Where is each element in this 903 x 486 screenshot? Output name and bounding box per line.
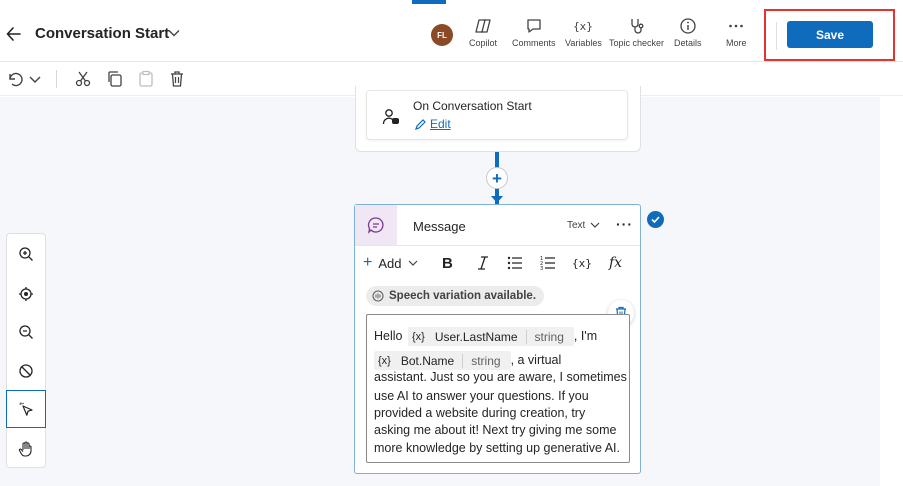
edit-link[interactable]: Edit xyxy=(414,117,451,131)
text-segment: , I'm xyxy=(573,328,598,343)
toolbar-separator xyxy=(56,70,57,88)
comments-button[interactable]: Comments xyxy=(512,17,556,48)
target-icon xyxy=(19,287,33,301)
message-header-divider xyxy=(355,245,640,246)
variable-type: string xyxy=(471,353,501,368)
select-tool-button[interactable] xyxy=(6,390,46,428)
zoom-in-icon xyxy=(19,247,33,261)
speech-variation-badge[interactable]: Speech variation available. xyxy=(366,286,545,306)
message-title: Message xyxy=(413,219,466,234)
stethoscope-icon xyxy=(630,19,643,34)
pointer-select-icon xyxy=(19,402,33,416)
comment-icon xyxy=(527,19,541,33)
message-line-7: more knowledge by setting up generative … xyxy=(374,441,620,455)
add-label: Add xyxy=(378,255,402,271)
bold-icon[interactable]: B xyxy=(442,254,453,272)
plus-icon: + xyxy=(363,254,373,271)
message-type-dropdown[interactable]: Text xyxy=(567,219,601,231)
copilot-button[interactable]: Copilot xyxy=(469,17,497,48)
topic-title[interactable]: Conversation Start xyxy=(35,25,169,42)
recenter-button[interactable] xyxy=(6,275,46,313)
edit-label: Edit xyxy=(430,117,451,131)
avatar[interactable]: FL xyxy=(431,24,453,46)
chevron-down-icon xyxy=(409,260,418,266)
checkmark-icon xyxy=(647,211,664,228)
hand-icon xyxy=(18,441,32,457)
chevron-down-icon xyxy=(590,222,600,228)
more-button[interactable]: More xyxy=(726,17,747,48)
person-chat-icon xyxy=(382,109,399,125)
bullet-list-icon[interactable] xyxy=(507,254,523,272)
paste-icon xyxy=(139,70,153,87)
trigger-title: On Conversation Start xyxy=(413,99,532,113)
copilot-label: Copilot xyxy=(469,38,498,48)
text-segment: Hello xyxy=(374,328,403,343)
active-indicator xyxy=(412,0,446,4)
message-line-1: Hello {x} User.LastName string , I'm xyxy=(374,327,597,346)
chevron-down-icon[interactable] xyxy=(167,26,181,40)
message-type-label: Text xyxy=(567,219,586,231)
message-node-icon-area xyxy=(355,205,397,245)
zoom-out-button[interactable] xyxy=(6,313,46,351)
add-node-button[interactable]: + xyxy=(486,167,508,189)
svg-text:3: 3 xyxy=(540,266,543,271)
text-segment: , a virtual xyxy=(510,352,562,367)
more-label: More xyxy=(726,38,747,48)
zoom-in-button[interactable] xyxy=(6,235,46,273)
variables-icon: {x} xyxy=(574,20,592,33)
message-icon xyxy=(367,217,384,234)
variable-icon: {x} xyxy=(378,354,391,367)
undo-icon[interactable] xyxy=(6,70,24,88)
comments-label: Comments xyxy=(512,38,556,48)
cut-icon[interactable] xyxy=(74,70,92,88)
speech-icon xyxy=(372,290,384,302)
message-line-5: provided a website during creation, try xyxy=(374,406,586,420)
variable-name: Bot.Name xyxy=(395,353,464,368)
formula-icon[interactable]: fx xyxy=(609,254,622,272)
zoom-out-icon xyxy=(19,325,33,339)
insert-variable-icon[interactable]: {x} xyxy=(572,254,592,272)
back-arrow-icon[interactable] xyxy=(6,24,22,44)
numbered-list-icon[interactable]: 1 2 3 xyxy=(540,254,556,272)
topic-checker-label: Topic checker xyxy=(609,38,665,48)
minimap-toggle-button[interactable] xyxy=(6,352,46,390)
block-icon xyxy=(19,364,33,378)
message-line-3: assistant. Just so you are aware, I some… xyxy=(374,370,627,384)
variable-type: string xyxy=(534,329,564,344)
variables-button[interactable]: {x} Variables xyxy=(565,17,602,48)
topic-checker-button[interactable]: Topic checker xyxy=(609,17,664,48)
pan-tool-button[interactable] xyxy=(6,430,46,468)
copy-icon[interactable] xyxy=(106,70,124,88)
variable-icon: {x} xyxy=(411,330,425,343)
message-line-4: use AI to answer your questions. If you xyxy=(374,389,589,403)
node-more-menu[interactable]: ··· xyxy=(616,216,633,232)
variable-chip-user-lastname[interactable]: {x} User.LastName string xyxy=(407,327,574,346)
variable-name: User.LastName xyxy=(429,329,527,344)
svg-text:{x}: {x} xyxy=(574,20,592,33)
details-label: Details xyxy=(674,38,702,48)
trigger-card[interactable] xyxy=(366,90,628,140)
more-icon xyxy=(729,24,744,28)
canvas-edge xyxy=(880,97,903,486)
message-line-2: {x} Bot.Name string , a virtual xyxy=(374,351,561,370)
speech-variation-label: Speech variation available. xyxy=(389,290,537,302)
info-icon xyxy=(680,18,696,34)
italic-icon[interactable] xyxy=(476,254,490,272)
copilot-icon xyxy=(475,19,491,33)
details-button[interactable]: Details xyxy=(674,17,702,48)
variables-label: Variables xyxy=(565,38,602,48)
pencil-icon xyxy=(415,118,426,130)
save-highlight-box xyxy=(764,9,895,61)
message-line-6: asking me about it! Next try giving me s… xyxy=(374,423,617,437)
connector-arrow xyxy=(491,196,503,203)
variable-chip-bot-name[interactable]: {x} Bot.Name string xyxy=(374,351,511,370)
delete-icon[interactable] xyxy=(168,70,186,88)
chevron-down-icon[interactable] xyxy=(26,70,44,88)
add-content-button[interactable]: + Add xyxy=(363,255,419,271)
